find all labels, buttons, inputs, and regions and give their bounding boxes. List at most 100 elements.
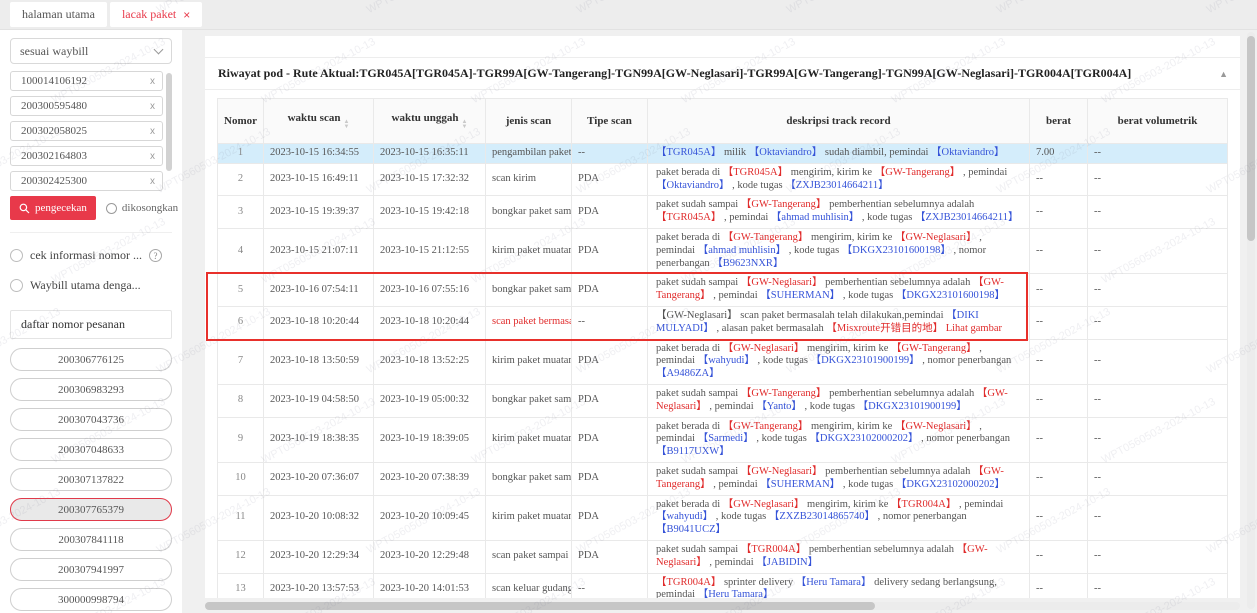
sort-desc-icon[interactable]: ▼ xyxy=(462,124,468,130)
order-item[interactable]: 200306776125 xyxy=(10,348,172,371)
sort-icons[interactable]: ▲ ▼ xyxy=(462,119,468,130)
desc-segment: 【DKGX23101600198】 xyxy=(841,244,951,256)
order-item[interactable]: 200307137822 xyxy=(10,468,172,491)
cell-berat-volumetrik: -- xyxy=(1087,539,1228,574)
order-item[interactable]: 200307941997 xyxy=(10,558,172,581)
cell-waktu-scan: 2023-10-16 07:54:11 xyxy=(263,273,374,307)
column-header-waktu_unggah[interactable]: waktu unggah ▲ ▼ xyxy=(373,98,486,144)
desc-segment: 【ahmad muhlisin】 xyxy=(770,212,860,224)
collapse-panel-icon[interactable]: ▲ xyxy=(1219,69,1228,79)
cell-berat: -- xyxy=(1029,383,1088,418)
orders-header-label: daftar nomor pesanan xyxy=(21,317,125,331)
cell-berat-volumetrik: -- xyxy=(1087,195,1228,229)
cell-berat: -- xyxy=(1029,305,1088,340)
desc-segment: 【TGR004A】 xyxy=(891,498,957,510)
column-header-waktu_scan[interactable]: waktu scan ▲ ▼ xyxy=(263,98,374,144)
remove-waybill-icon[interactable]: x xyxy=(146,151,159,162)
order-item[interactable]: 200307841118 xyxy=(10,528,172,551)
desc-segment: 【wahyudi】 xyxy=(697,355,755,367)
sort-desc-icon[interactable]: ▼ xyxy=(343,124,349,130)
cell-tipe-scan: PDA xyxy=(571,227,648,275)
remove-waybill-icon[interactable]: x xyxy=(146,101,159,112)
waybill-list-scrollbar[interactable] xyxy=(166,73,172,171)
tab-halaman-utama[interactable]: halaman utama xyxy=(10,2,107,27)
horizontal-scrollbar-thumb[interactable] xyxy=(205,602,875,610)
desc-segment: 【Oktaviandro】 xyxy=(656,179,730,191)
cell-tipe-scan: PDA xyxy=(571,539,648,574)
sort-icons[interactable]: ▲ ▼ xyxy=(343,119,349,130)
order-item[interactable]: 200307043736 xyxy=(10,408,172,431)
cell-deskripsi: paket sudah sampai 【GW-Neglasari】 pember… xyxy=(647,273,1030,307)
cell-berat: -- xyxy=(1029,572,1088,598)
cell-nomor: 3 xyxy=(217,195,264,229)
desc-segment: 【DKGX23101900199】 xyxy=(857,400,967,412)
clear-option[interactable]: dikosongkan xyxy=(105,202,178,214)
cell-deskripsi: paket berada di 【GW-Tangerang】 mengirim,… xyxy=(647,227,1030,275)
cell-jenis-scan: kirim paket muatan xyxy=(485,494,572,541)
column-header-berat: berat xyxy=(1029,98,1088,144)
waybill-item[interactable]: 200300595480 x xyxy=(10,96,163,116)
desc-segment: sudah diambil, pemindai xyxy=(822,147,932,158)
table-row: 13 2023-10-20 13:57:53 2023-10-20 14:01:53… xyxy=(217,572,1228,598)
vertical-scrollbar-thumb[interactable] xyxy=(1247,36,1255,241)
cell-tipe-scan: -- xyxy=(571,572,648,598)
column-header-nomor: Nomor xyxy=(217,98,264,144)
cell-waktu-unggah: 2023-10-20 07:38:39 xyxy=(373,461,486,496)
cell-waktu-unggah: 2023-10-15 19:42:18 xyxy=(373,195,486,229)
desc-segment: paket sudah sampai xyxy=(656,465,741,477)
remove-waybill-icon[interactable]: x xyxy=(146,176,159,187)
order-item[interactable]: 200307765379 xyxy=(10,498,172,521)
help-icon[interactable]: ? xyxy=(148,249,162,262)
desc-segment: 【GW-Neglasari】 xyxy=(740,465,823,477)
table-row: 5 2023-10-16 07:54:11 2023-10-16 07:55:16 b… xyxy=(217,273,1228,307)
column-header-jenis_scan: jenis scan xyxy=(485,98,572,144)
radio-icon[interactable] xyxy=(10,279,23,292)
page-vertical-scrollbar[interactable] xyxy=(1247,32,1255,609)
remove-waybill-icon[interactable]: x xyxy=(146,76,159,87)
cell-waktu-scan: 2023-10-15 16:34:55 xyxy=(263,143,374,164)
table-row: 7 2023-10-18 13:50:59 2023-10-18 13:52:25 k… xyxy=(217,338,1228,385)
radio-option-1[interactable]: cek informasi nomor ...? xyxy=(10,248,172,263)
desc-segment: 【GW-Tangerang】 xyxy=(740,387,827,399)
desc-segment: 【TGR045A】 xyxy=(656,212,722,224)
remove-waybill-icon[interactable]: x xyxy=(146,126,159,137)
order-item[interactable]: 200307048633 xyxy=(10,438,172,461)
desc-segment: 【ZXZB23014865740】 xyxy=(768,511,876,523)
page-horizontal-scrollbar[interactable] xyxy=(205,602,1240,610)
order-item[interactable]: 300000998794 xyxy=(10,588,172,611)
desc-segment: paket sudah sampai xyxy=(656,277,741,289)
cell-berat-volumetrik: -- xyxy=(1087,461,1228,496)
search-mode-select[interactable]: sesuai waybill xyxy=(10,38,172,64)
order-item[interactable]: 200306983293 xyxy=(10,378,172,401)
desc-segment: milik xyxy=(721,147,749,158)
table-body: 1 2023-10-15 16:34:55 2023-10-15 16:35:11 p… xyxy=(217,143,1228,598)
cell-waktu-unggah: 2023-10-18 13:52:25 xyxy=(373,338,486,385)
desc-segment: 【DKGX23102000202】 xyxy=(809,433,919,445)
cell-jenis-scan: bongkar paket samp xyxy=(485,461,572,496)
lihat-gambar-link[interactable]: Lihat gambar xyxy=(946,323,1002,334)
radio-option-2[interactable]: Waybill utama denga... xyxy=(10,278,172,293)
cell-deskripsi: paket berada di 【GW-Neglasari】 mengirim,… xyxy=(647,494,1030,541)
waybill-item[interactable]: 100014106192 x xyxy=(10,71,163,91)
radio-icon[interactable] xyxy=(10,249,23,262)
cell-berat-volumetrik: -- xyxy=(1087,383,1228,418)
cell-deskripsi: 【TGR004A】 sprinter delivery 【Heru Tamara… xyxy=(647,572,1030,598)
waybill-item[interactable]: 200302164803 x xyxy=(10,146,163,166)
table-row: 1 2023-10-15 16:34:55 2023-10-15 16:35:11 p… xyxy=(217,143,1228,164)
orders-panel-header[interactable]: daftar nomor pesanan xyxy=(10,310,172,339)
table-row: 3 2023-10-15 19:39:37 2023-10-15 19:42:18 b… xyxy=(217,195,1228,229)
waybill-item[interactable]: 200302425300 x xyxy=(10,171,163,191)
order-list: 200306776125 200306983293 200307043736 2003… xyxy=(10,348,172,611)
waybill-item[interactable]: 200302058025 x xyxy=(10,121,163,141)
desc-segment: paket berada di xyxy=(656,166,723,178)
cell-waktu-unggah: 2023-10-15 21:12:55 xyxy=(373,227,486,275)
cell-waktu-unggah: 2023-10-20 12:29:48 xyxy=(373,539,486,574)
check-button[interactable]: pengecekan xyxy=(10,196,96,220)
close-tab-icon[interactable]: × xyxy=(183,9,190,21)
cell-deskripsi: paket berada di 【GW-Tangerang】 mengirim,… xyxy=(647,416,1030,463)
chevron-down-icon xyxy=(153,44,164,54)
column-label: waktu scan xyxy=(287,112,341,124)
tab-lacak-paket[interactable]: lacak paket × xyxy=(109,2,203,27)
pod-history-title: Riwayat pod - Rute Aktual:TGR045A[TGR045… xyxy=(218,66,1132,80)
column-label: Nomor xyxy=(224,115,257,127)
